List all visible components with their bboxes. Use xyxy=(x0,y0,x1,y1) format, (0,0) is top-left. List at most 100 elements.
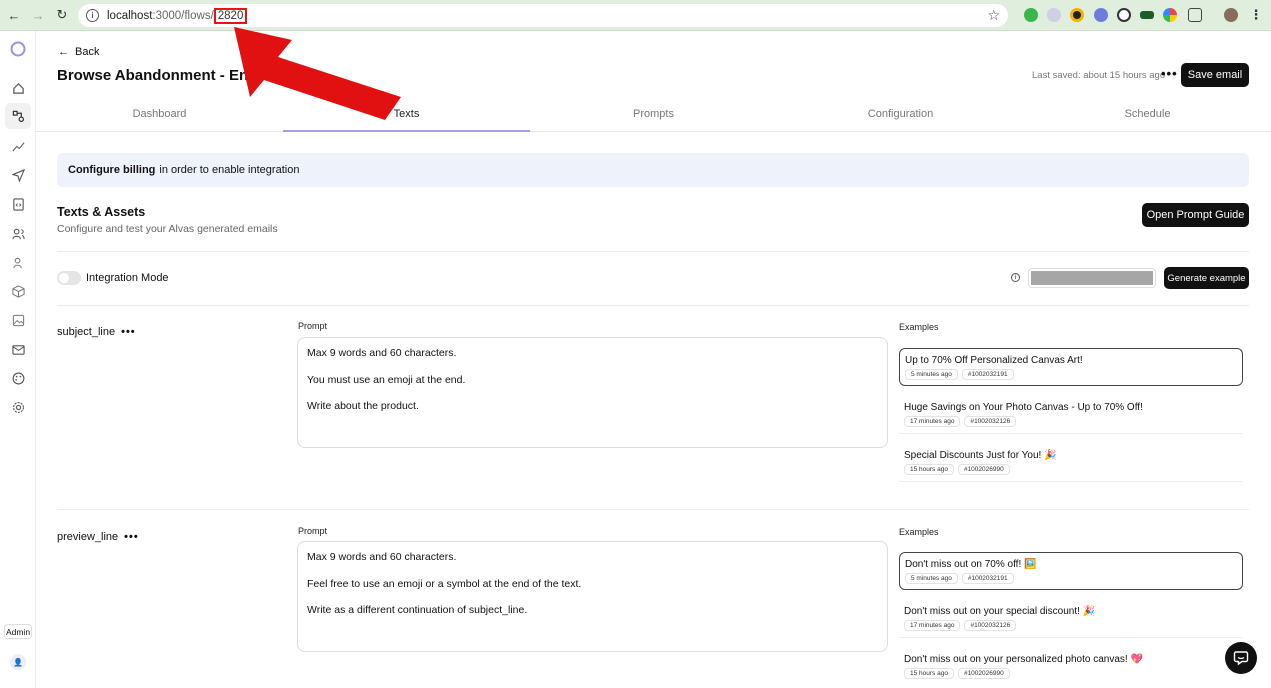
prompt-line: Feel free to use an emoji or a symbol at… xyxy=(307,577,582,590)
tab-schedule[interactable]: Schedule xyxy=(1024,103,1271,131)
mail-icon[interactable] xyxy=(9,340,27,358)
prompt-label: Prompt xyxy=(298,526,328,536)
image-icon[interactable] xyxy=(9,311,27,329)
extension-bk-icon[interactable] xyxy=(1140,11,1154,19)
example-text: Up to 70% Off Personalized Canvas Art! xyxy=(905,355,1083,366)
app-sidebar: Admin 👤 xyxy=(0,31,36,688)
divider xyxy=(57,509,1249,510)
example-text: Don't miss out on your special discount!… xyxy=(904,606,1096,617)
example-item[interactable]: Don't miss out on your special discount!… xyxy=(899,600,1243,638)
example-divider xyxy=(899,481,1243,482)
divider xyxy=(57,305,1249,306)
example-text: Don't miss out on your personalized phot… xyxy=(904,654,1143,665)
example-id-badge: #1002032191 xyxy=(961,369,1014,380)
url-highlight: 2820 xyxy=(213,7,248,24)
url-text: localhost:3000/flows/2820 xyxy=(107,7,248,24)
extension-green-icon[interactable] xyxy=(1024,8,1038,22)
integration-mode-label: Integration Mode xyxy=(86,272,169,284)
open-prompt-guide-button[interactable]: Open Prompt Guide xyxy=(1142,203,1249,227)
field-options-button[interactable]: ••• xyxy=(121,326,136,338)
example-item[interactable]: Special Discounts Just for You! 🎉 15 hou… xyxy=(899,444,1243,482)
field-name-label: subject_line xyxy=(57,326,116,338)
forward-arrow-icon[interactable]: → xyxy=(30,7,46,23)
prompt-label: Prompt xyxy=(298,321,328,331)
prompt-textarea[interactable]: Max 9 words and 60 characters. Feel free… xyxy=(297,541,888,652)
code-file-icon[interactable] xyxy=(9,195,27,213)
users-icon[interactable] xyxy=(9,224,27,242)
redacted-value xyxy=(1031,271,1153,285)
example-item[interactable]: Don't miss out on your personalized phot… xyxy=(899,648,1243,686)
admin-badge: Admin xyxy=(4,624,32,639)
examples-label: Examples xyxy=(899,322,939,332)
example-time-badge: 15 hours ago xyxy=(904,668,954,679)
example-item[interactable]: Up to 70% Off Personalized Canvas Art! 5… xyxy=(899,348,1243,386)
configure-billing-link[interactable]: Configure billing xyxy=(68,164,155,176)
audience-icon[interactable] xyxy=(9,253,27,271)
last-saved-text: Last saved: about 15 hours ago xyxy=(1032,70,1166,81)
home-icon[interactable] xyxy=(9,79,27,97)
save-email-button[interactable]: Save email xyxy=(1181,63,1249,87)
example-item[interactable]: Huge Savings on Your Photo Canvas - Up t… xyxy=(899,396,1243,434)
package-icon[interactable] xyxy=(9,282,27,300)
field-options-button[interactable]: ••• xyxy=(124,531,139,543)
example-time-badge: 17 minutes ago xyxy=(904,620,961,631)
analytics-icon[interactable] xyxy=(9,137,27,155)
example-item[interactable]: Don't miss out on 70% off! 🖼️ 5 minutes … xyxy=(899,552,1243,590)
user-avatar-icon[interactable]: 👤 xyxy=(10,654,26,670)
tab-bar: Dashboard Texts Prompts Configuration Sc… xyxy=(36,103,1271,132)
example-id-input[interactable] xyxy=(1028,268,1156,288)
prompt-textarea[interactable]: Max 9 words and 60 characters. You must … xyxy=(297,337,888,448)
example-id-badge: #1002032126 xyxy=(964,416,1017,427)
address-bar[interactable]: i localhost:3000/flows/2820 ☆ xyxy=(78,4,1008,27)
billing-banner: Configure billing in order to enable int… xyxy=(57,153,1249,187)
section-title: Texts & Assets xyxy=(57,205,146,219)
chat-bubble-icon xyxy=(1233,651,1249,666)
more-options-button[interactable]: ••• xyxy=(1161,66,1178,81)
palette-icon[interactable] xyxy=(9,369,27,387)
extension-yellow-icon[interactable] xyxy=(1070,8,1084,22)
field-name-label: preview_line xyxy=(57,531,119,543)
extension-color-icon[interactable] xyxy=(1163,8,1177,22)
reload-icon[interactable]: ↻ xyxy=(54,7,70,23)
logo-icon[interactable] xyxy=(10,41,26,57)
example-text: Huge Savings on Your Photo Canvas - Up t… xyxy=(904,402,1143,413)
chat-support-button[interactable] xyxy=(1225,642,1257,674)
browser-toolbar: ← → ↻ i localhost:3000/flows/2820 ☆ ⋮ xyxy=(0,0,1271,31)
settings-gear-icon[interactable] xyxy=(9,398,27,416)
back-link[interactable]: ← Back xyxy=(58,46,99,58)
prompt-line: Write as a different continuation of sub… xyxy=(307,604,528,616)
info-icon[interactable]: i xyxy=(1011,273,1020,282)
extension-headphones-icon[interactable] xyxy=(1047,8,1061,22)
example-id-badge: #1002032126 xyxy=(964,620,1017,631)
edit-pencil-icon[interactable]: ✎ xyxy=(244,68,254,82)
prompt-line: You must use an emoji at the end. xyxy=(307,373,466,386)
divider xyxy=(57,251,1249,252)
extensions-puzzle-icon[interactable] xyxy=(1188,8,1202,22)
send-icon[interactable] xyxy=(9,166,27,184)
example-time-badge: 5 minutes ago xyxy=(905,369,958,380)
examples-label: Examples xyxy=(899,527,939,537)
example-divider xyxy=(899,433,1243,434)
field-subject-line: subject_line ••• xyxy=(57,326,136,338)
example-time-badge: 5 minutes ago xyxy=(905,573,958,584)
integration-mode-toggle[interactable] xyxy=(57,271,81,285)
example-id-badge: #1002026990 xyxy=(957,668,1010,679)
example-text: Special Discounts Just for You! 🎉 xyxy=(904,450,1057,461)
tab-texts[interactable]: Texts xyxy=(283,103,530,132)
extension-gear-icon[interactable] xyxy=(1094,8,1108,22)
flows-icon[interactable] xyxy=(5,103,31,129)
tab-configuration[interactable]: Configuration xyxy=(777,103,1024,131)
browser-menu-icon[interactable]: ⋮ xyxy=(1248,7,1264,23)
section-subtitle: Configure and test your Alvas generated … xyxy=(57,223,278,235)
prompt-line: Write about the product. xyxy=(307,400,419,412)
back-label: Back xyxy=(75,46,100,58)
site-info-icon[interactable]: i xyxy=(86,9,99,22)
tab-dashboard[interactable]: Dashboard xyxy=(36,103,283,131)
extension-chat-icon[interactable] xyxy=(1117,8,1131,22)
back-arrow-icon[interactable]: ← xyxy=(6,7,22,23)
bookmark-star-icon[interactable]: ☆ xyxy=(987,7,1000,24)
tab-prompts[interactable]: Prompts xyxy=(530,103,777,131)
profile-avatar[interactable] xyxy=(1224,8,1238,22)
generate-example-button[interactable]: Generate example xyxy=(1164,267,1249,289)
example-id-badge: #1002032191 xyxy=(961,573,1014,584)
